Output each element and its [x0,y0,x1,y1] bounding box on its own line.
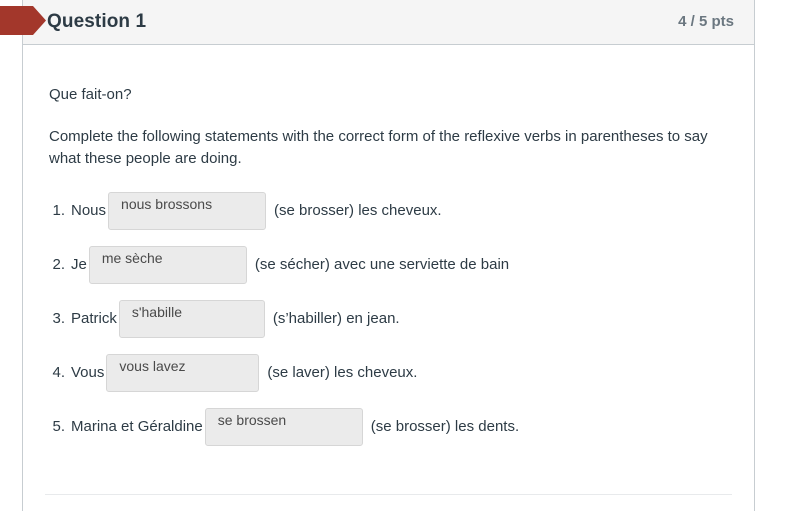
list-item-hint: (se laver) les cheveux. [267,364,418,381]
list-item-number: 2. [52,256,65,273]
list-item-number: 4. [52,364,65,381]
question-prompt-long: Complete the following statements with t… [49,128,708,167]
list-item-subject: Vous [71,364,105,381]
answer-list: 1. Nous nous brossons (se brosser) les chev… [49,192,728,446]
list-item-hint: (se sécher) avec une serviette de bain [254,256,510,273]
list-item-hint: (se brosser) les dents. [370,418,520,435]
question-flag-icon [0,6,46,35]
page-title: Question 1 [47,11,147,32]
question-points: 4 / 5 pts [678,13,734,30]
answer-input-value: s'habille [131,304,182,320]
list-item-number: 3. [52,310,65,327]
list-item: 3. Patrick s'habille (s’habiller) en jean. [49,300,728,338]
answer-input-value: se brossen [217,412,287,428]
answer-input-value: vous lavez [119,358,186,374]
list-item-hint: (se brosser) les cheveux. [274,202,442,219]
list-item: 2. Je me sèche (se sécher) avec une serviet… [49,246,728,284]
answer-input-1[interactable]: nous brossons [108,192,267,230]
list-item-subject: Nous [71,202,107,219]
answer-input-4[interactable]: vous lavez [106,354,260,392]
question-prompt-short: Que fait-on? [49,86,132,103]
list-item-hint: (s’habiller) en jean. [272,310,400,327]
list-item-subject: Je [71,256,87,273]
footer-divider [45,494,732,495]
list-item: 5. Marina et Géraldine se brossen (se bross… [49,408,728,446]
answer-input-5[interactable]: se brossen [204,408,363,446]
list-item: 1. Nous nous brossons (se brosser) les chev… [49,192,728,230]
answer-input-value: nous brossons [121,196,213,212]
answer-input-3[interactable]: s'habille [118,300,265,338]
question-card: Question 1 4 / 5 pts Que fait-on? Comple… [22,0,755,511]
question-header: Question 1 4 / 5 pts [23,0,754,45]
list-item: 4. Vous vous lavez (se laver) les cheveux. [49,354,728,392]
answer-input-value: me sèche [101,250,163,266]
question-body: Que fait-on? Complete the following stat… [23,45,754,511]
list-item-number: 1. [52,202,65,219]
list-item-subject: Patrick [71,310,117,327]
list-item-number: 5. [52,418,65,435]
answer-input-2[interactable]: me sèche [88,246,247,284]
list-item-subject: Marina et Géraldine [71,418,203,435]
